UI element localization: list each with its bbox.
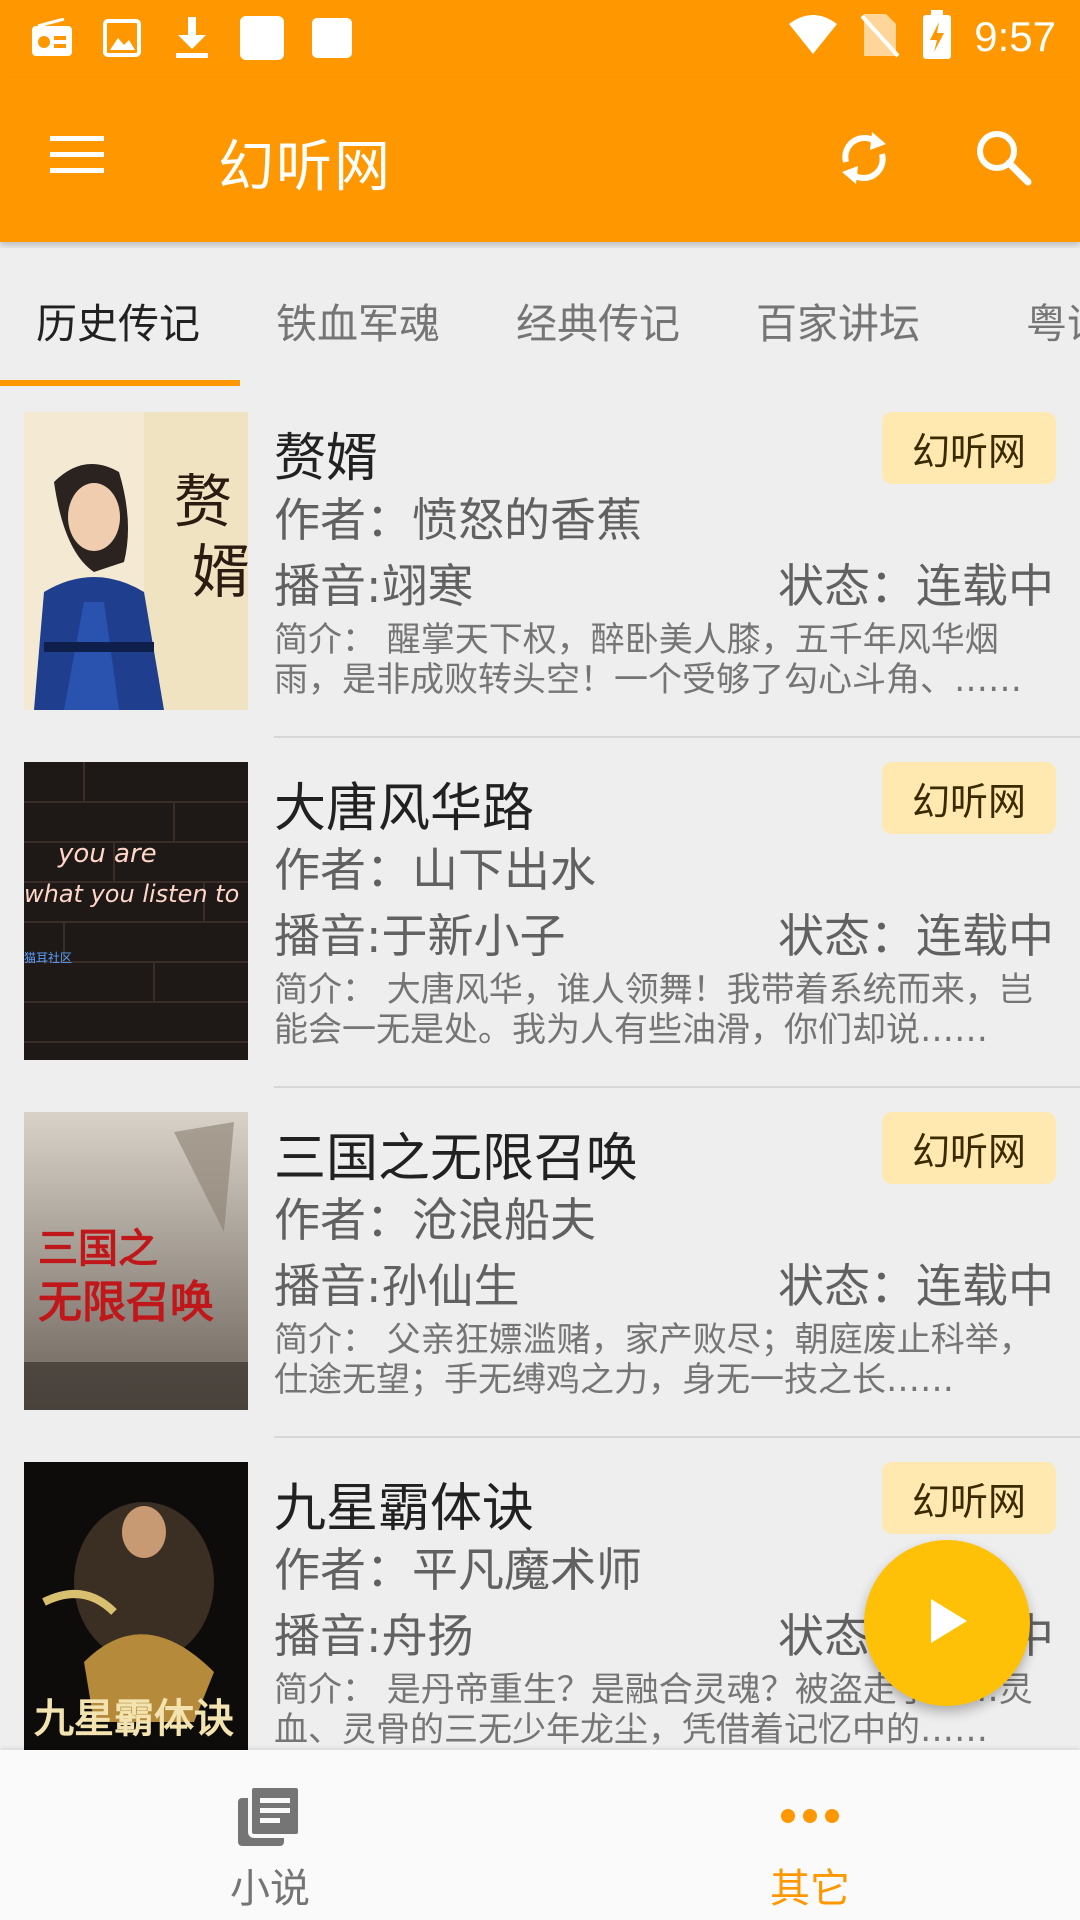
battery-charging-icon	[922, 10, 952, 64]
cover-text-line1: you are	[57, 839, 157, 869]
book-cover: 九星霸体诀	[24, 1462, 248, 1750]
menu-icon[interactable]	[48, 130, 114, 190]
tab-lecture-room[interactable]: 百家讲坛	[756, 290, 920, 350]
book-title: 大唐风华路	[274, 779, 535, 839]
status-left-icons	[28, 14, 356, 62]
app-toolbar: 幻听网	[0, 78, 1080, 242]
book-narrator: 播音:孙仙生	[274, 1259, 520, 1313]
svg-text:三国之: 三国之	[38, 1225, 158, 1272]
search-icon[interactable]	[972, 126, 1040, 194]
list-item[interactable]: 赘 婿 赘婿 幻听网 作者：愤怒的香蕉 播音:翊寒 状态：连载中 简介： 醒掌天…	[0, 388, 1080, 738]
svg-text:九星霸体诀: 九星霸体诀	[34, 1695, 234, 1742]
list-item[interactable]: you are what you listen to 猫耳社区 大唐风华路 幻听…	[0, 738, 1080, 1088]
image-icon	[98, 14, 146, 62]
source-badge: 幻听网	[882, 412, 1056, 484]
radio-icon	[28, 14, 76, 62]
source-badge: 幻听网	[882, 1462, 1056, 1534]
nav-item-other[interactable]: 其它	[540, 1750, 1080, 1920]
tab-military[interactable]: 铁血军魂	[276, 290, 440, 350]
book-intro: 简介： 父亲狂嫖滥赌，家产败尽；朝庭废止科举，仕途无望；手无缚鸡之力，身无一技之…	[274, 1320, 1033, 1400]
book-narrator: 播音:舟扬	[274, 1609, 474, 1663]
wifi-icon	[788, 14, 838, 60]
square-icon	[308, 14, 356, 62]
book-status: 状态：连载中	[778, 909, 1054, 963]
play-icon	[923, 1595, 971, 1651]
play-fab-button[interactable]	[864, 1540, 1030, 1706]
book-cover: 赘 婿	[24, 412, 248, 710]
category-tabs: 历史传记 铁血军魂 经典传记 百家讲坛 粤语	[0, 248, 1080, 388]
svg-text:赘: 赘	[174, 468, 232, 536]
status-right-icons: 9:57	[788, 10, 1056, 64]
list-item[interactable]: 三国之 无限召唤 三国之无限召唤 幻听网 作者：沧浪船夫 播音:孙仙生 状态：连…	[0, 1088, 1080, 1438]
nav-label-other: 其它	[770, 1866, 850, 1912]
book-author: 作者：山下出水	[274, 843, 596, 897]
bottom-navigation: 小说 其它	[0, 1750, 1080, 1920]
no-sim-icon	[860, 12, 900, 62]
svg-text:婿: 婿	[192, 538, 248, 606]
nav-item-novels[interactable]: 小说	[0, 1750, 540, 1920]
books-icon	[234, 1784, 306, 1848]
square-icon	[238, 14, 286, 62]
book-author: 作者：平凡魔术师	[274, 1543, 642, 1597]
download-icon	[168, 14, 216, 62]
book-title: 赘婿	[274, 429, 379, 489]
app-title: 幻听网	[218, 135, 392, 200]
book-author: 作者：愤怒的香蕉	[274, 493, 642, 547]
tab-cantonese[interactable]: 粤语	[1026, 290, 1080, 350]
refresh-icon[interactable]	[832, 126, 900, 194]
book-narrator: 播音:于新小子	[274, 909, 566, 963]
book-intro: 简介： 大唐风华，谁人领舞！我带着系统而来，岂能会一无是处。我为人有些油滑，你们…	[274, 970, 1033, 1050]
svg-text:无限召唤: 无限召唤	[38, 1277, 214, 1328]
more-dots-icon	[774, 1784, 846, 1848]
tab-classic-biography[interactable]: 经典传记	[516, 290, 680, 350]
book-status: 状态：连载中	[778, 1259, 1054, 1313]
book-status: 状态：连载中	[778, 559, 1054, 613]
book-cover: you are what you listen to 猫耳社区	[24, 762, 248, 1060]
book-title: 九星霸体诀	[274, 1479, 535, 1539]
status-time: 9:57	[974, 13, 1056, 60]
book-narrator: 播音:翊寒	[274, 559, 474, 613]
book-title: 三国之无限召唤	[274, 1129, 639, 1189]
source-badge: 幻听网	[882, 1112, 1056, 1184]
nav-label-novels: 小说	[230, 1866, 310, 1912]
cover-watermark: 猫耳社区	[24, 950, 72, 965]
tab-history-biography[interactable]: 历史传记	[36, 290, 200, 350]
cover-text-line2: what you listen to	[24, 880, 239, 908]
tab-indicator	[0, 380, 240, 386]
book-cover: 三国之 无限召唤	[24, 1112, 248, 1410]
book-intro: 简介： 醒掌天下权，醉卧美人膝，五千年风华烟雨，是非成败转头空！一个受够了勾心斗…	[274, 620, 1022, 700]
book-author: 作者：沧浪船夫	[274, 1193, 596, 1247]
source-badge: 幻听网	[882, 762, 1056, 834]
status-bar: 9:57	[0, 0, 1080, 78]
